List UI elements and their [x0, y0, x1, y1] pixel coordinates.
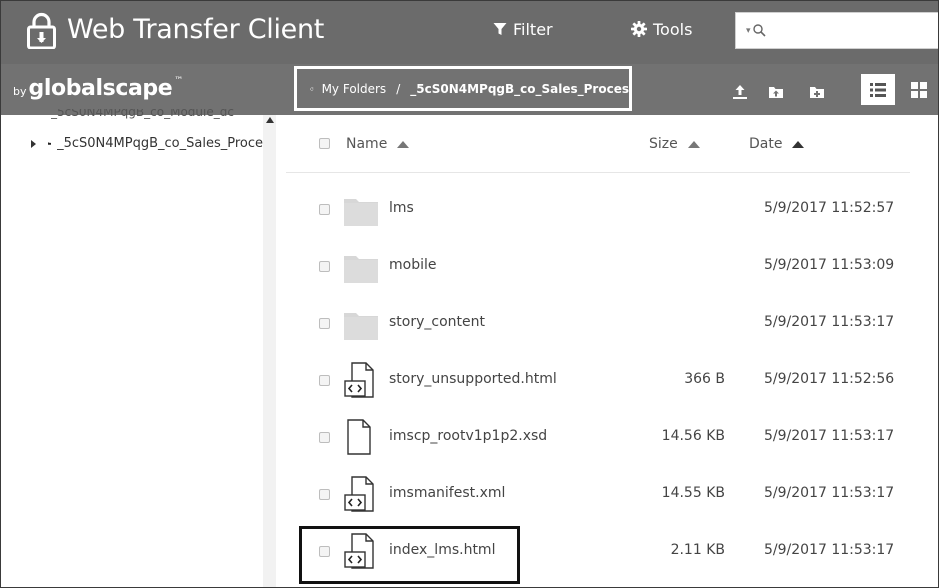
- column-date[interactable]: Date: [749, 136, 805, 152]
- file-date: 5/9/2017 11:52:57: [764, 200, 895, 216]
- folder-tree: _5cS0N4MPqgB_co_Module_dc _5cS0N4MPqgB_c…: [1, 109, 276, 587]
- search-input[interactable]: [769, 22, 920, 39]
- file-name[interactable]: story_unsupported.html: [389, 371, 557, 387]
- tree-item-partial[interactable]: _5cS0N4MPqgB_co_Module_dc: [51, 109, 263, 121]
- file-list: Name Size Date lms 5/9/2017 11:52:57 mob…: [286, 115, 938, 587]
- top-header: Web Transfer Client Filter Tools ▾: [1, 1, 938, 64]
- list-header: Name Size Date: [286, 115, 910, 173]
- table-row[interactable]: mobile 5/9/2017 11:53:09: [286, 238, 910, 295]
- grid-view-icon: [911, 82, 927, 98]
- code-file-icon: [344, 362, 374, 398]
- table-row[interactable]: index_lms.html 2.11 KB 5/9/2017 11:53:17: [286, 523, 910, 580]
- file-name[interactable]: index_lms.html: [389, 542, 495, 558]
- list-view-icon: [870, 82, 886, 97]
- file-size: 14.55 KB: [661, 485, 725, 501]
- row-checkbox[interactable]: [319, 204, 330, 215]
- brand-name: globalscape: [28, 76, 173, 101]
- refresh-icon[interactable]: [310, 81, 314, 97]
- tree-item-label: _5cS0N4MPqgB_co_Sales_Proce: [57, 136, 263, 151]
- row-checkbox[interactable]: [319, 546, 330, 557]
- search-box[interactable]: ▾: [735, 12, 938, 49]
- folder-icon: [344, 313, 378, 340]
- tools-button[interactable]: Tools: [631, 18, 692, 40]
- code-file-icon: [344, 533, 374, 569]
- tools-label: Tools: [653, 19, 693, 39]
- column-size-label: Size: [649, 136, 678, 152]
- toolbar: by globalscape ™ My Folders / _5cS0N4MPq…: [1, 64, 938, 115]
- scroll-up-arrow-icon[interactable]: [266, 117, 274, 123]
- column-date-label: Date: [749, 136, 783, 152]
- table-row[interactable]: lms 5/9/2017 11:52:57: [286, 181, 910, 238]
- file-date: 5/9/2017 11:53:17: [764, 485, 895, 501]
- brand-tm: ™: [174, 76, 184, 86]
- sort-asc-icon: [792, 140, 805, 148]
- filter-button[interactable]: Filter: [493, 18, 553, 40]
- grid-view-button[interactable]: [906, 77, 932, 103]
- table-row[interactable]: story_unsupported.html 366 B 5/9/2017 11…: [286, 352, 910, 409]
- breadcrumb-root[interactable]: My Folders: [322, 82, 387, 96]
- brand-by: by: [13, 85, 27, 98]
- file-date: 5/9/2017 11:53:09: [764, 257, 895, 273]
- row-checkbox[interactable]: [319, 375, 330, 386]
- table-row[interactable]: imscp_rootv1p1p2.xsd 14.56 KB 5/9/2017 1…: [286, 409, 910, 466]
- folder-upload-icon[interactable]: [768, 84, 784, 100]
- chevron-down-icon[interactable]: ▾: [746, 26, 751, 36]
- code-file-icon: [344, 476, 374, 512]
- file-date: 5/9/2017 11:52:56: [764, 371, 895, 387]
- breadcrumb: My Folders / _5cS0N4MPqgB_co_Sales_Proce…: [294, 66, 632, 111]
- file-name[interactable]: imsmanifest.xml: [389, 485, 505, 501]
- row-checkbox[interactable]: [319, 489, 330, 500]
- sort-asc-icon: [687, 140, 700, 148]
- file-name[interactable]: imscp_rootv1p1p2.xsd: [389, 428, 547, 444]
- file-date: 5/9/2017 11:53:17: [764, 428, 895, 444]
- column-size[interactable]: Size: [649, 136, 700, 152]
- app-window: Web Transfer Client Filter Tools ▾ by gl…: [0, 0, 939, 588]
- file-date: 5/9/2017 11:53:17: [764, 314, 895, 330]
- app-title: Web Transfer Client: [67, 14, 325, 45]
- upload-icon[interactable]: [732, 84, 748, 100]
- file-icon: [347, 419, 371, 455]
- lock-icon: [27, 12, 56, 49]
- file-name[interactable]: story_content: [389, 314, 485, 330]
- globalscape-logo: by globalscape ™: [13, 76, 183, 101]
- list-view-button[interactable]: [861, 74, 895, 105]
- file-size: 366 B: [684, 371, 725, 387]
- file-size: 2.11 KB: [670, 542, 725, 558]
- column-name-label: Name: [346, 136, 388, 152]
- file-name[interactable]: lms: [389, 200, 414, 216]
- folder-icon: [48, 142, 52, 145]
- select-all-checkbox[interactable]: [319, 138, 330, 149]
- filter-label: Filter: [513, 19, 553, 39]
- column-name[interactable]: Name: [346, 136, 410, 152]
- gear-icon: [631, 21, 647, 37]
- file-size: 14.56 KB: [661, 428, 725, 444]
- table-row[interactable]: imsmanifest.xml 14.55 KB 5/9/2017 11:53:…: [286, 466, 910, 523]
- search-icon[interactable]: [752, 24, 766, 37]
- row-checkbox[interactable]: [319, 432, 330, 443]
- sidebar-scrollbar[interactable]: [263, 115, 276, 587]
- folder-icon: [344, 199, 378, 226]
- table-row[interactable]: story_content 5/9/2017 11:53:17: [286, 295, 910, 352]
- sort-asc-icon: [397, 140, 410, 148]
- row-checkbox[interactable]: [319, 261, 330, 272]
- breadcrumb-current: _5cS0N4MPqgB_co_Sales_Proces: [410, 81, 629, 96]
- file-date: 5/9/2017 11:53:17: [764, 542, 895, 558]
- row-checkbox[interactable]: [319, 318, 330, 329]
- breadcrumb-separator: /: [396, 81, 401, 96]
- expand-arrow-icon[interactable]: [31, 139, 36, 148]
- filter-icon: [493, 23, 507, 35]
- tree-item-sales-process[interactable]: _5cS0N4MPqgB_co_Sales_Proce: [31, 136, 263, 151]
- file-name[interactable]: mobile: [389, 257, 436, 273]
- folder-icon: [344, 256, 378, 283]
- new-folder-icon[interactable]: [809, 84, 825, 100]
